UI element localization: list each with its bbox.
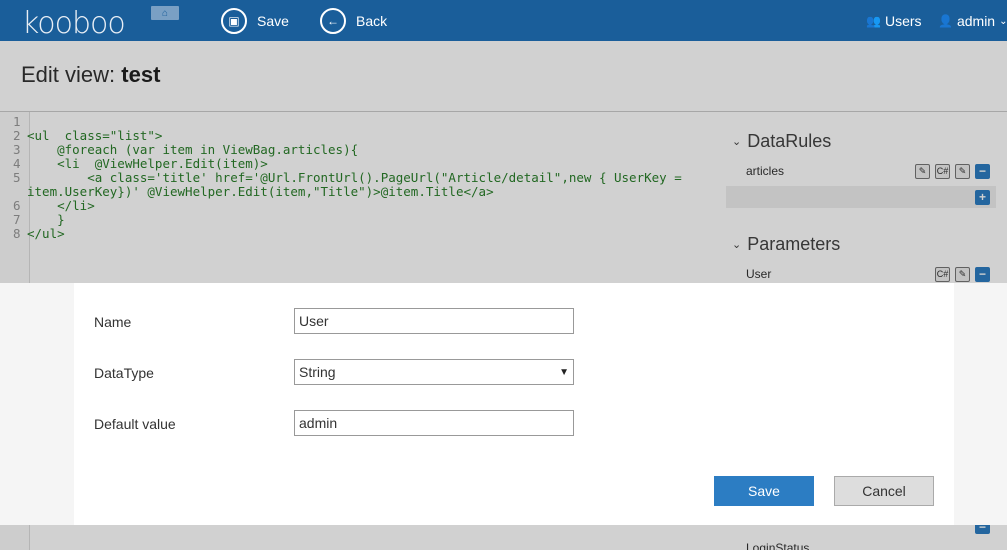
save-button[interactable]: Save <box>714 476 814 506</box>
save-header-label: Save <box>257 13 289 29</box>
datatype-select-value: String <box>299 364 336 380</box>
save-header-button[interactable]: ▣ Save <box>221 8 289 34</box>
admin-menu[interactable]: 👤 admin ⌄ <box>938 13 1007 29</box>
name-label: Name <box>94 314 132 330</box>
floppy-disk-icon: ▣ <box>221 8 247 34</box>
home-icon[interactable]: ⌂ <box>151 6 179 20</box>
kooboo-logo[interactable]: kooboo <box>22 6 126 41</box>
users-icon: 👥 <box>866 14 881 28</box>
dropdown-arrow-icon: ▼ <box>559 366 569 378</box>
modal-right-edge <box>954 283 1007 525</box>
back-label: Back <box>356 13 388 29</box>
modal-left-edge <box>0 283 74 525</box>
admin-label: admin <box>956 13 996 29</box>
users-label: Users <box>884 13 922 29</box>
chevron-down-icon: ⌄ <box>999 15 1007 27</box>
default-value-input-value: admin <box>299 415 338 431</box>
user-icon: 👤 <box>938 14 953 28</box>
datatype-select[interactable]: String ▼ <box>294 359 574 385</box>
name-input[interactable]: User <box>294 308 574 334</box>
default-value-label: Default value <box>94 416 176 432</box>
back-button[interactable]: ← Back <box>320 8 387 34</box>
users-menu[interactable]: 👥 Users <box>866 13 922 29</box>
cancel-button[interactable]: Cancel <box>834 476 934 506</box>
name-input-value: User <box>299 313 329 329</box>
default-value-input[interactable]: admin <box>294 410 574 436</box>
arrow-left-icon: ← <box>320 8 346 34</box>
top-bar: kooboo ⌂ ▣ Save ← Back 👥 Users 👤 admin ⌄ <box>0 0 1007 41</box>
datatype-label: DataType <box>94 365 154 381</box>
